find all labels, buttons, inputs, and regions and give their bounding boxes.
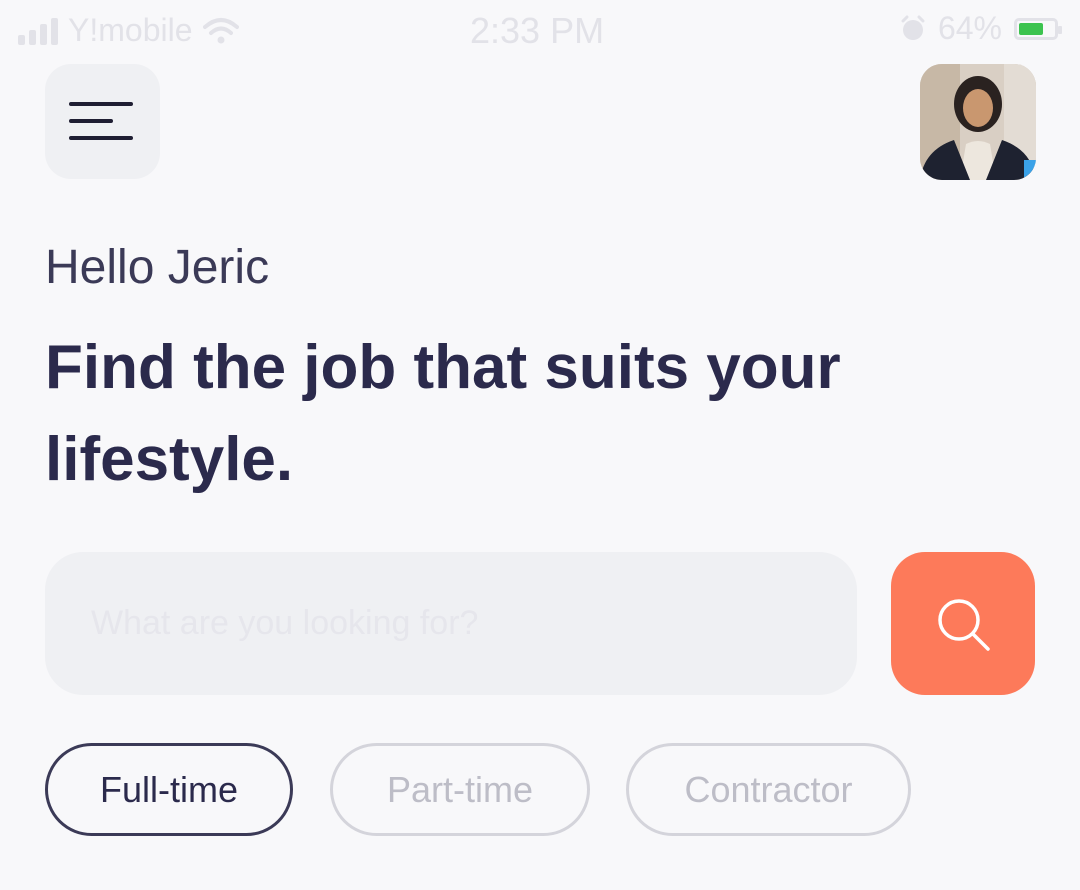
status-left: Y!mobile — [18, 12, 239, 49]
battery-percent: 64% — [937, 10, 1002, 46]
status-right: 64% — [900, 10, 1062, 47]
status-bar: Y!mobile 2:33 PM 64% — [0, 0, 1080, 60]
wifi-icon — [202, 17, 239, 45]
signal-icon — [18, 17, 58, 45]
hamburger-menu-icon — [69, 102, 133, 140]
greeting-text: Hello Jeric — [45, 241, 270, 294]
profile-photo — [920, 64, 1036, 180]
status-time: 2:33 PM — [470, 10, 605, 51]
battery-icon — [1014, 17, 1062, 40]
battery-level — [1019, 22, 1043, 35]
search-input[interactable] — [45, 552, 857, 695]
page-headline: Find the job that suits your lifestyle. — [45, 333, 841, 494]
menu-button[interactable] — [45, 64, 160, 179]
search-field[interactable] — [45, 552, 857, 695]
search-icon — [938, 599, 990, 651]
carrier-name: Y!mobile — [68, 12, 193, 48]
search-button[interactable] — [891, 552, 1035, 695]
filter-chip-part-time[interactable]: Part-time — [330, 743, 590, 836]
filter-chip-contractor[interactable]: Contractor — [626, 743, 911, 836]
filter-chip-full-time[interactable]: Full-time — [45, 743, 293, 836]
user-avatar[interactable] — [920, 64, 1036, 180]
app-screen: Y!mobile 2:33 PM 64% Hello Jeric Find th… — [0, 0, 1080, 890]
alarm-icon — [900, 15, 926, 43]
